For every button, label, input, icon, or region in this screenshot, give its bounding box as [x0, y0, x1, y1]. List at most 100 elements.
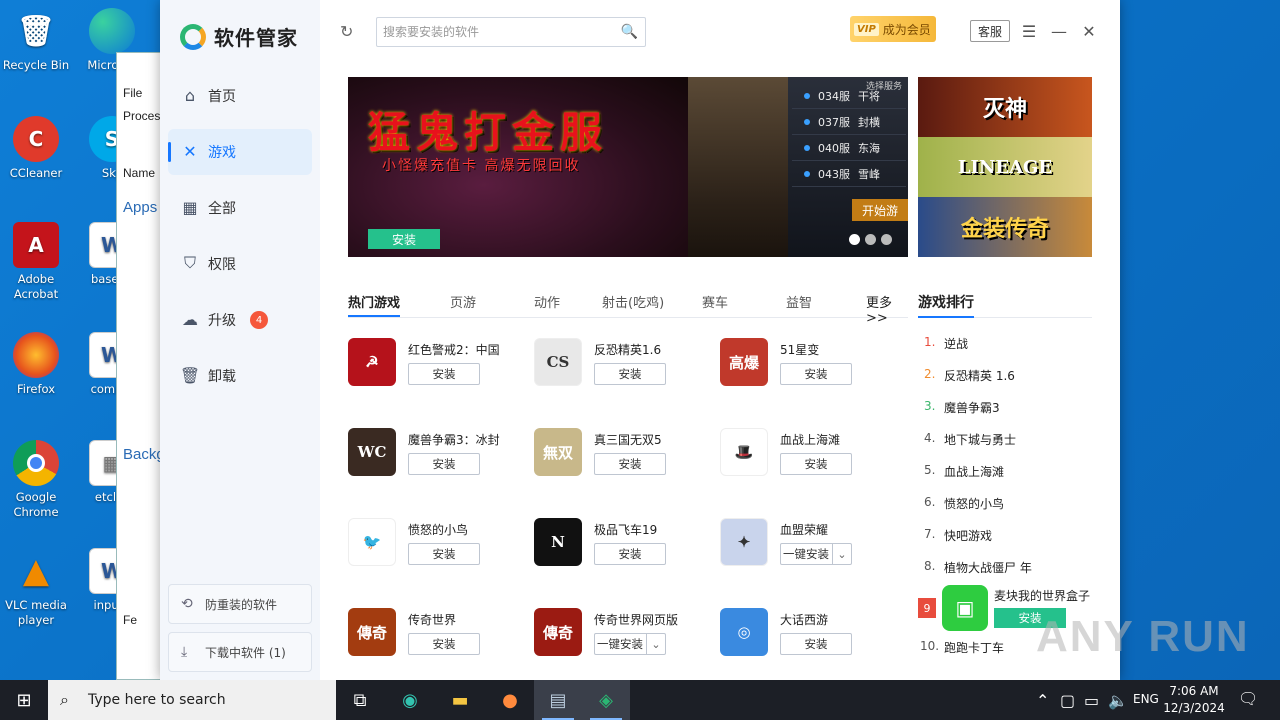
server-row[interactable]: 040服 东海: [792, 135, 906, 161]
clock[interactable]: 7:06 AM 12/3/2024: [1162, 683, 1226, 717]
nav-games[interactable]: ✕ 游戏: [168, 129, 312, 175]
firefox-taskbar-icon[interactable]: ●: [486, 680, 534, 720]
fewer-details[interactable]: Fe: [123, 613, 137, 627]
install-button[interactable]: 安装: [408, 633, 480, 655]
menu-icon[interactable]: ☰: [1018, 20, 1040, 42]
install-button[interactable]: 安装: [408, 453, 480, 475]
edge-taskbar-icon[interactable]: ◉: [386, 680, 434, 720]
one-click-install-button[interactable]: 一键安装: [780, 543, 852, 565]
refresh-icon[interactable]: ↻: [340, 22, 353, 41]
game-item[interactable]: ✦ 血盟荣耀 一键安装: [720, 518, 900, 578]
anti-reinstall-button[interactable]: ⟲ 防重装的软件: [168, 584, 312, 624]
carousel-dot[interactable]: [849, 234, 860, 245]
carousel-dot[interactable]: [865, 234, 876, 245]
desktop-icon-adobe-acrobat[interactable]: A Adobe Acrobat: [0, 222, 72, 302]
install-button[interactable]: 安装: [780, 363, 852, 385]
software-manager-taskbar-icon[interactable]: ◈: [582, 680, 630, 720]
banner-start-button[interactable]: 开始游: [852, 199, 908, 221]
install-button[interactable]: 安装: [408, 543, 480, 565]
notification-icon[interactable]: 🗨: [1238, 689, 1258, 708]
grid-icon: ▦: [182, 197, 198, 217]
install-button[interactable]: 安装: [594, 453, 666, 475]
ranking-item[interactable]: 4. 地下城与勇士: [924, 431, 1016, 448]
language-indicator[interactable]: ENG: [1133, 692, 1159, 706]
task-manager-taskbar-icon[interactable]: ▤: [534, 680, 582, 720]
desktop-icon-google-chrome[interactable]: Google Chrome: [0, 440, 72, 520]
game-item[interactable]: ☭ 红色警戒2：中国 安装: [348, 338, 528, 398]
customer-service-button[interactable]: 客服: [970, 20, 1010, 42]
game-item[interactable]: N 极品飞车19 安装: [534, 518, 714, 578]
install-button[interactable]: 安装: [408, 363, 480, 385]
nav-home[interactable]: ⌂ 首页: [168, 73, 312, 119]
vip-button[interactable]: VIP 成为会员: [850, 16, 936, 42]
ranking-item[interactable]: 8. 植物大战僵尸 年: [924, 559, 1032, 576]
refresh-circle-icon: ⟲: [181, 596, 193, 612]
game-item[interactable]: ◎ 大话西游 安装: [720, 608, 900, 668]
desktop-icon-recycle-bin[interactable]: 🗑 Recycle Bin: [0, 8, 72, 73]
ranking-item[interactable]: 1. 逆战: [924, 335, 968, 352]
install-button[interactable]: 安装: [594, 543, 666, 565]
game-name: 极品飞车19: [594, 523, 658, 537]
rank-name: 反恐精英 1.6: [944, 369, 1015, 383]
banner-thumb-1[interactable]: 灭神: [918, 77, 1092, 137]
banner-install-button[interactable]: 安装: [368, 229, 440, 249]
game-item[interactable]: 傳奇 传奇世界 安装: [348, 608, 528, 668]
install-button[interactable]: 安装: [594, 363, 666, 385]
nav-permissions[interactable]: ⛉ 权限: [168, 241, 312, 287]
game-item[interactable]: WC 魔兽争霸3：冰封 安装: [348, 428, 528, 488]
device-icon[interactable]: ▢: [1060, 691, 1075, 710]
desktop-icon-ccleaner[interactable]: C CCleaner: [0, 116, 72, 181]
chevron-up-icon[interactable]: ⌃: [1036, 691, 1049, 710]
menu-file[interactable]: File: [123, 86, 142, 100]
game-item[interactable]: 高爆 51星变 安装: [720, 338, 900, 398]
ranking-item[interactable]: 3. 魔兽争霸3: [924, 399, 1000, 416]
tab-hot-games[interactable]: 热门游戏: [348, 292, 401, 317]
search-box[interactable]: 🔍: [376, 17, 646, 47]
banner-thumb-3[interactable]: 金装传奇: [918, 197, 1092, 257]
game-item[interactable]: CS 反恐精英1.6 安装: [534, 338, 714, 398]
taskbar-search[interactable]: ⌕ Type here to search: [48, 680, 336, 720]
game-item[interactable]: 🎩 血战上海滩 安装: [720, 428, 900, 488]
windows-start-icon[interactable]: ⊞: [0, 680, 48, 720]
rank-number: 9: [918, 598, 936, 618]
install-button[interactable]: 安装: [780, 633, 852, 655]
group-background: Backg: [123, 446, 164, 463]
ranking-item[interactable]: 10. 跑跑卡丁车: [920, 639, 1004, 656]
tab-action[interactable]: 动作: [534, 292, 560, 311]
game-item[interactable]: 傳奇 传奇世界网页版 一键安装: [534, 608, 714, 668]
desktop-icon-vlc[interactable]: ▲ VLC media player: [0, 548, 72, 628]
close-icon[interactable]: ✕: [1078, 20, 1100, 42]
downloading-button[interactable]: ⤓ 下载中软件 (1): [168, 632, 312, 672]
ranking-item[interactable]: 2. 反恐精英 1.6: [924, 367, 1015, 384]
install-button[interactable]: 安装: [780, 453, 852, 475]
search-icon[interactable]: 🔍: [621, 24, 638, 40]
server-row[interactable]: 037服 封横: [792, 109, 906, 135]
network-icon[interactable]: ▭: [1084, 691, 1099, 710]
file-explorer-icon[interactable]: ▬: [436, 680, 484, 720]
game-item[interactable]: 🐦 愤怒的小鸟 安装: [348, 518, 528, 578]
tab-processes[interactable]: Process: [123, 109, 163, 123]
minimize-icon[interactable]: —: [1048, 20, 1070, 42]
banner-thumb-2[interactable]: LINEAGE: [918, 137, 1092, 197]
server-row[interactable]: 043服 雪峰: [792, 161, 906, 187]
game-item[interactable]: 無双 真三国无双5 安装: [534, 428, 714, 488]
search-input[interactable]: [377, 18, 613, 46]
tab-shooter[interactable]: 射击(吃鸡): [602, 292, 664, 311]
nav-all[interactable]: ▦ 全部: [168, 185, 312, 231]
banner-carousel[interactable]: 猛鬼打金服 小怪爆充值卡 高爆无限回收 选择服务 034服干将 037服封横 0…: [348, 77, 908, 257]
column-name[interactable]: Name: [123, 166, 155, 180]
ranking-item[interactable]: 6. 愤怒的小鸟: [924, 495, 1004, 512]
desktop-icon-firefox[interactable]: Firefox: [0, 332, 72, 397]
volume-icon[interactable]: 🔈: [1108, 691, 1128, 710]
ranking-item[interactable]: 5. 血战上海滩: [924, 463, 1004, 480]
carousel-dot[interactable]: [881, 234, 892, 245]
task-view-icon[interactable]: ⧉: [336, 680, 384, 720]
ranking-item[interactable]: 7. 快吧游戏: [924, 527, 992, 544]
tab-more[interactable]: 更多>>: [866, 292, 908, 326]
nav-upgrade[interactable]: ☁ 升级 4: [168, 297, 312, 343]
tab-racing[interactable]: 赛车: [702, 292, 728, 311]
one-click-install-button[interactable]: 一键安装: [594, 633, 666, 655]
nav-uninstall[interactable]: 🗑 卸载: [168, 353, 312, 399]
tab-web-games[interactable]: 页游: [450, 292, 476, 311]
tab-puzzle[interactable]: 益智: [786, 292, 812, 311]
